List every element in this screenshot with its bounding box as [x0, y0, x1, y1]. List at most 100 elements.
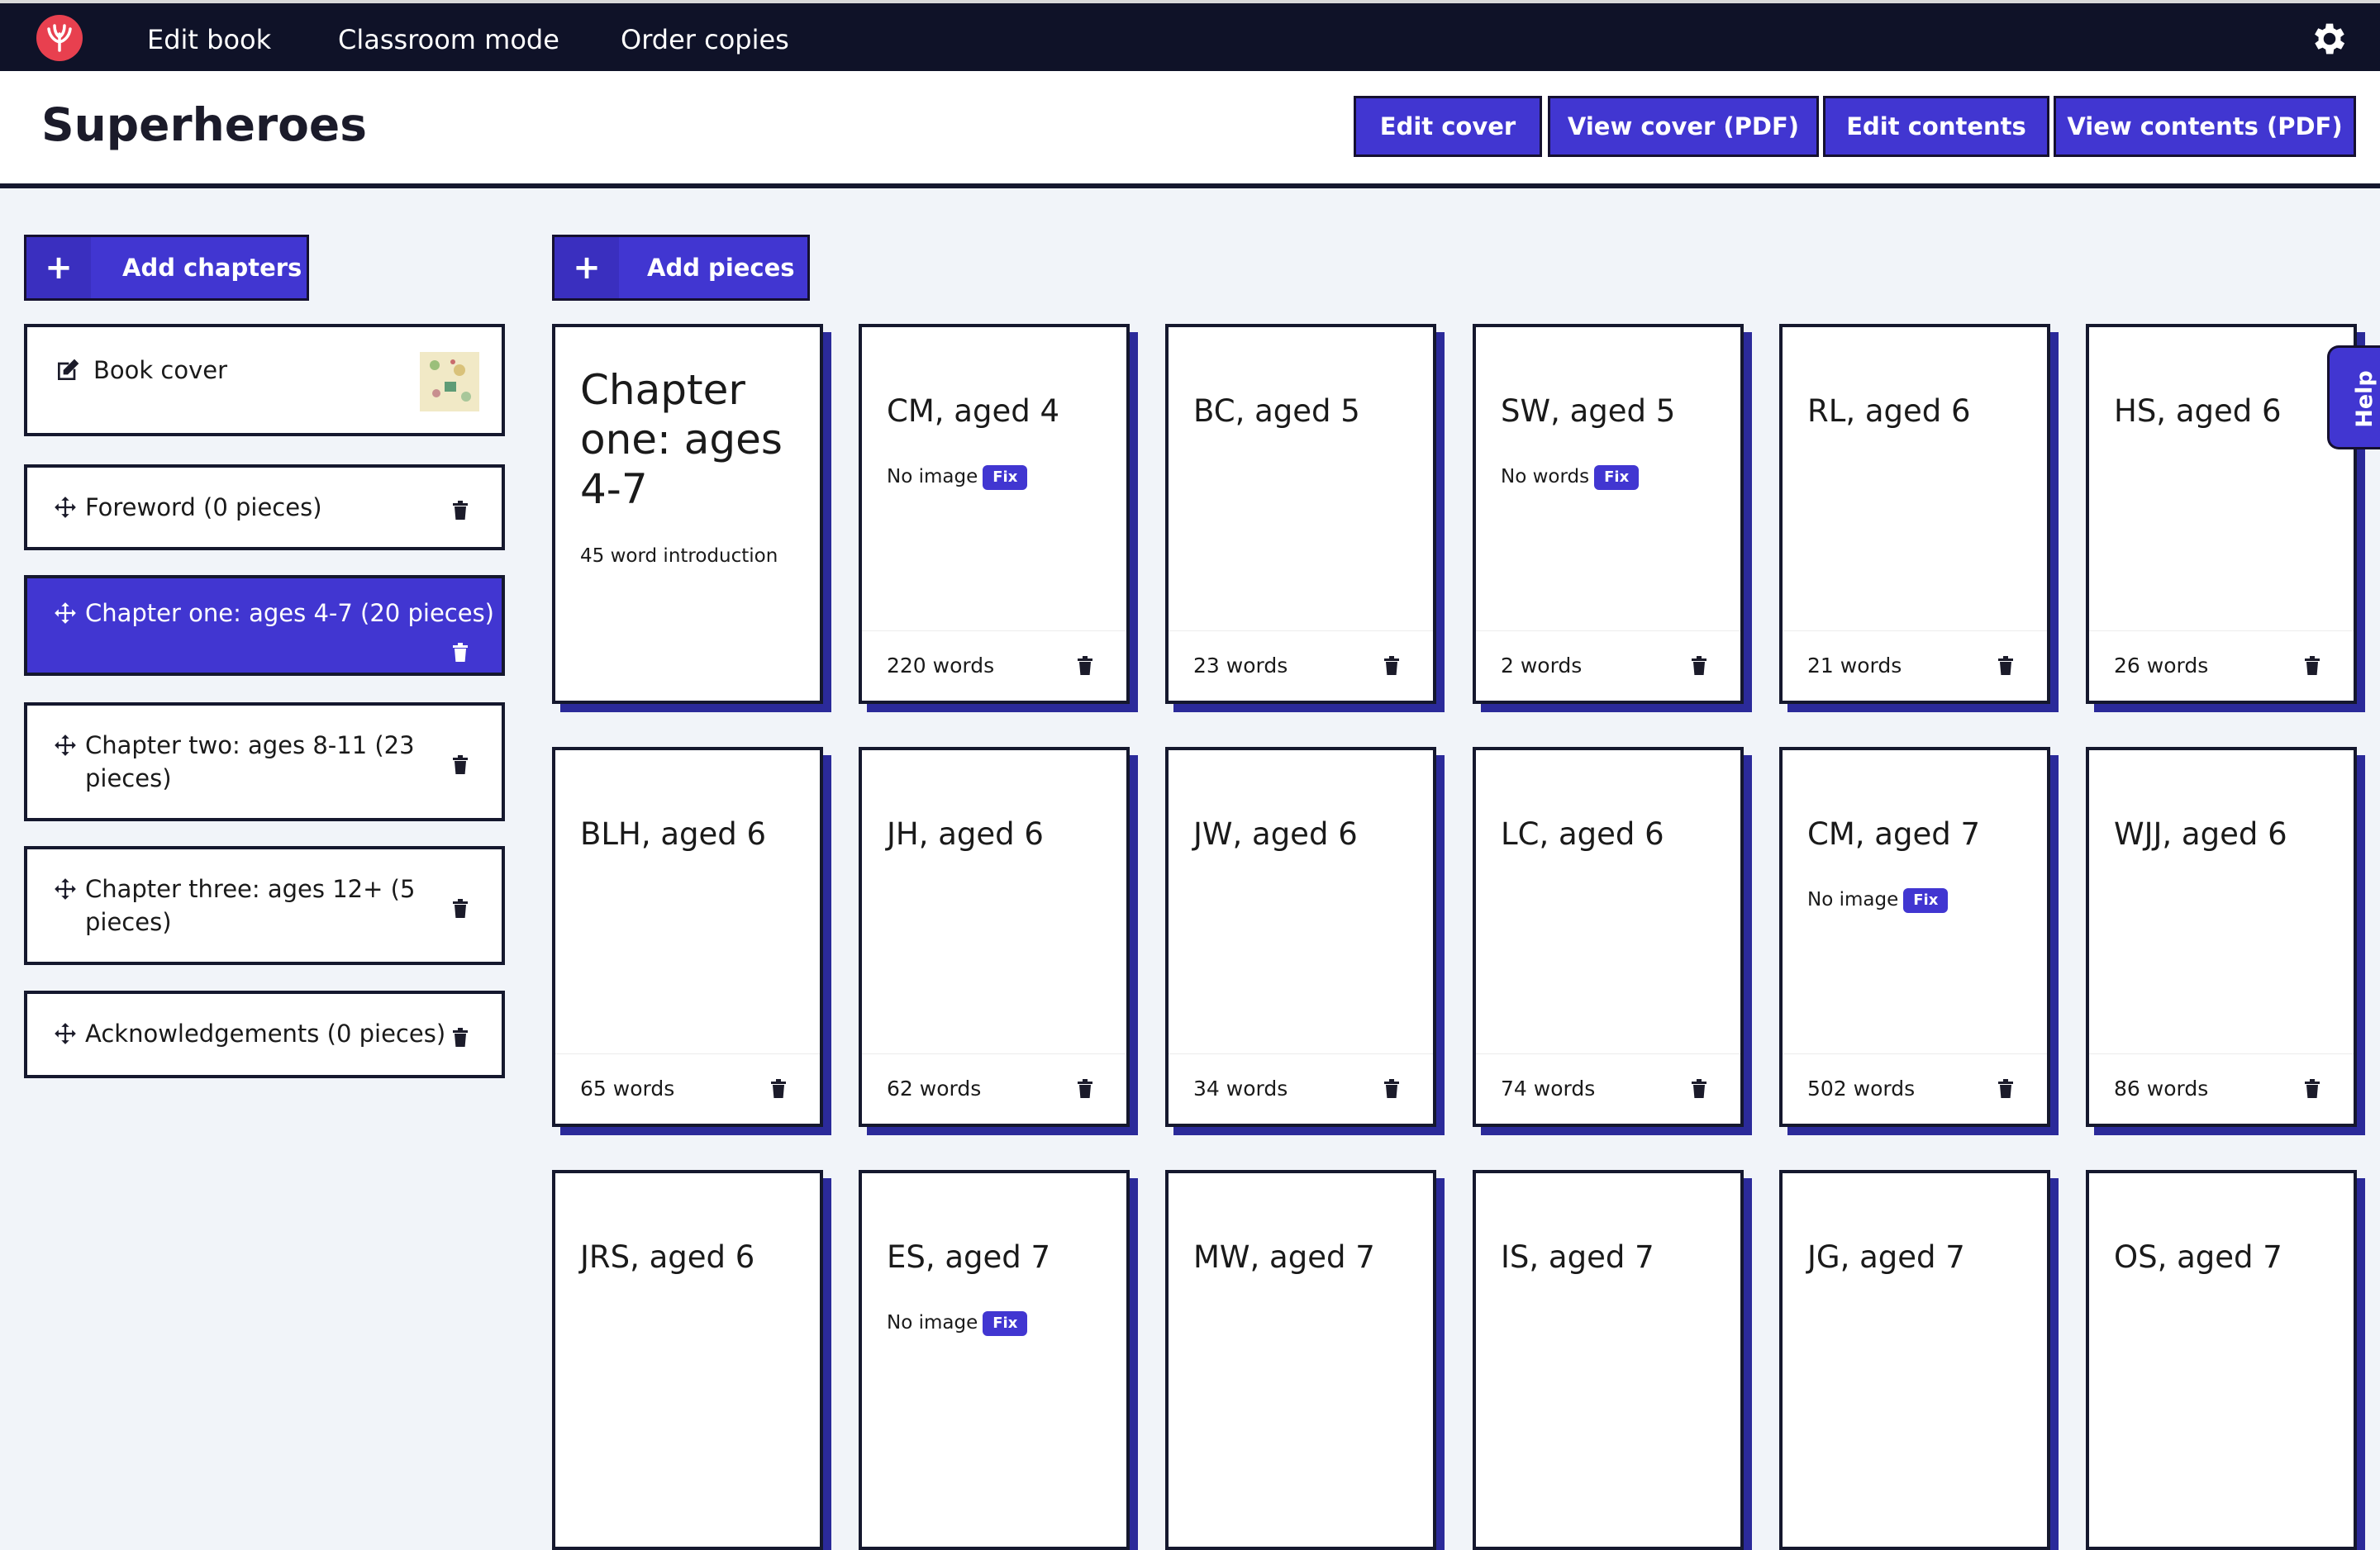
chapter-intro-card[interactable]: Chapter one: ages 4-7 45 word introducti…	[552, 324, 823, 704]
piece-title: JH, aged 6	[887, 816, 1044, 852]
piece-title: JRS, aged 6	[580, 1239, 755, 1275]
delete-piece-icon[interactable]	[1691, 1079, 1707, 1102]
edit-icon	[58, 359, 79, 380]
sidebar-chapter-item[interactable]: Acknowledgements (0 pieces)	[24, 991, 505, 1078]
edit-contents-button[interactable]: Edit contents	[1823, 96, 2049, 157]
nav-edit-book[interactable]: Edit book	[147, 23, 271, 56]
piece-word-count: 21 words	[1807, 654, 1902, 678]
piece-card[interactable]: RL, aged 6 21 words	[1779, 324, 2050, 704]
fix-button[interactable]: Fix	[983, 464, 1028, 490]
top-nav-bar: Edit book Classroom mode Order copies	[0, 0, 2380, 71]
piece-title: RL, aged 6	[1807, 393, 1971, 429]
piece-warning-text: No image	[1807, 889, 1899, 911]
piece-warning: No image Fix	[1807, 887, 1949, 913]
piece-card[interactable]: MW, aged 7	[1165, 1170, 1436, 1550]
delete-piece-icon[interactable]	[1077, 656, 1093, 679]
piece-card[interactable]: CM, aged 7 No image Fix 502 words	[1779, 747, 2050, 1127]
add-pieces-button[interactable]: + Add pieces	[552, 235, 810, 301]
piece-title: JG, aged 7	[1807, 1239, 1965, 1275]
piece-card[interactable]: SW, aged 5 No words Fix 2 words	[1473, 324, 1744, 704]
piece-card[interactable]: IS, aged 7	[1473, 1170, 1744, 1550]
piece-word-count: 2 words	[1501, 654, 1583, 678]
drag-handle-icon[interactable]	[54, 734, 77, 757]
piece-card[interactable]: HS, aged 6 26 words	[2086, 324, 2357, 704]
piece-warning-text: No image	[887, 466, 978, 487]
piece-card-footer: 74 words	[1476, 1053, 1740, 1124]
sidebar-item-book-cover[interactable]: Book cover	[24, 324, 505, 436]
piece-card[interactable]: ES, aged 7 No image Fix	[859, 1170, 1130, 1550]
piece-title: BLH, aged 6	[580, 816, 767, 852]
piece-title: CM, aged 7	[1807, 816, 1980, 852]
delete-chapter-icon[interactable]	[452, 899, 469, 922]
nav-order-copies[interactable]: Order copies	[621, 23, 789, 56]
add-chapters-button[interactable]: + Add chapters	[24, 235, 309, 301]
fix-button[interactable]: Fix	[1903, 887, 1949, 913]
piece-title: MW, aged 7	[1193, 1239, 1375, 1275]
sidebar-chapter-item[interactable]: Chapter three: ages 12+ (5 pieces)	[24, 846, 505, 965]
piece-card[interactable]: WJJ, aged 6 86 words	[2086, 747, 2357, 1127]
piece-title: IS, aged 7	[1501, 1239, 1654, 1275]
delete-piece-icon[interactable]	[2304, 656, 2320, 679]
drag-handle-icon[interactable]	[54, 496, 77, 519]
delete-chapter-icon[interactable]	[452, 643, 469, 666]
piece-title: CM, aged 4	[887, 393, 1059, 429]
sidebar-chapter-label: Foreword (0 pieces)	[85, 493, 322, 521]
view-cover-pdf-button[interactable]: View cover (PDF)	[1548, 96, 1819, 157]
piece-card[interactable]: BC, aged 5 23 words	[1165, 324, 1436, 704]
piece-card[interactable]: LC, aged 6 74 words	[1473, 747, 1744, 1127]
sidebar-chapter-item[interactable]: Chapter one: ages 4-7 (20 pieces)	[24, 575, 505, 676]
piece-card[interactable]: BLH, aged 6 65 words	[552, 747, 823, 1127]
nav-classroom-mode[interactable]: Classroom mode	[338, 23, 559, 56]
piece-card[interactable]: JH, aged 6 62 words	[859, 747, 1130, 1127]
delete-piece-icon[interactable]	[1997, 1079, 2014, 1102]
drag-handle-icon[interactable]	[54, 601, 77, 625]
piece-card[interactable]: JW, aged 6 34 words	[1165, 747, 1436, 1127]
piece-card-footer: 23 words	[1169, 630, 1433, 701]
piece-word-count: 34 words	[1193, 1077, 1288, 1101]
delete-piece-icon[interactable]	[1383, 1079, 1400, 1102]
piece-word-count: 86 words	[2114, 1077, 2209, 1101]
delete-piece-icon[interactable]	[1077, 1079, 1093, 1102]
piece-warning-text: No words	[1501, 466, 1590, 487]
delete-piece-icon[interactable]	[1383, 656, 1400, 679]
sidebar-chapter-item[interactable]: Foreword (0 pieces)	[24, 464, 505, 550]
drag-handle-icon[interactable]	[54, 1022, 77, 1045]
piece-card[interactable]: CM, aged 4 No image Fix 220 words	[859, 324, 1130, 704]
piece-title: HS, aged 6	[2114, 393, 2282, 429]
piece-warning-text: No image	[887, 1312, 978, 1334]
edit-cover-button[interactable]: Edit cover	[1354, 96, 1542, 157]
piece-word-count: 23 words	[1193, 654, 1288, 678]
book-header: Superheroes Edit cover View cover (PDF) …	[0, 71, 2380, 188]
piece-word-count: 65 words	[580, 1077, 675, 1101]
sidebar-chapter-label: Chapter one: ages 4-7 (20 pieces)	[85, 599, 494, 627]
fix-button[interactable]: Fix	[1594, 464, 1640, 490]
delete-piece-icon[interactable]	[1691, 656, 1707, 679]
chapter-intro-title: Chapter one: ages 4-7	[580, 366, 783, 513]
sidebar-chapter-item[interactable]: Chapter two: ages 8-11 (23 pieces)	[24, 702, 505, 821]
plus-icon: +	[555, 237, 619, 298]
help-tab[interactable]: Help	[2327, 345, 2380, 449]
piece-title: LC, aged 6	[1501, 816, 1664, 852]
drag-handle-icon[interactable]	[54, 877, 77, 901]
piece-title: ES, aged 7	[887, 1239, 1051, 1275]
delete-piece-icon[interactable]	[770, 1079, 787, 1102]
delete-chapter-icon[interactable]	[452, 501, 469, 524]
plus-icon: +	[26, 237, 91, 298]
piece-card-footer: 65 words	[555, 1053, 820, 1124]
piece-card[interactable]: JG, aged 7	[1779, 1170, 2050, 1550]
piece-card[interactable]: JRS, aged 6	[552, 1170, 823, 1550]
fix-button[interactable]: Fix	[983, 1310, 1028, 1336]
piece-card-footer: 220 words	[862, 630, 1126, 701]
logo-icon[interactable]	[36, 15, 83, 61]
piece-title: WJJ, aged 6	[2114, 816, 2287, 852]
delete-piece-icon[interactable]	[1997, 656, 2014, 679]
delete-piece-icon[interactable]	[2304, 1079, 2320, 1102]
delete-chapter-icon[interactable]	[452, 1028, 469, 1051]
delete-chapter-icon[interactable]	[452, 755, 469, 778]
chapter-intro-subtitle: 45 word introduction	[580, 545, 778, 567]
book-cover-thumbnail	[420, 352, 479, 411]
view-contents-pdf-button[interactable]: View contents (PDF)	[2054, 96, 2356, 157]
piece-word-count: 502 words	[1807, 1077, 1916, 1101]
piece-card[interactable]: OS, aged 7	[2086, 1170, 2357, 1550]
settings-gear-icon[interactable]	[2309, 18, 2350, 59]
